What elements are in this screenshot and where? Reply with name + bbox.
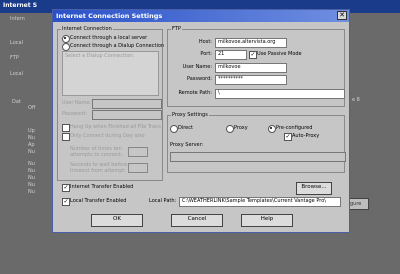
background-label: Nu: [28, 168, 35, 174]
hangup-label: Hang Up when Finished all File Trans: [70, 124, 161, 130]
proxy-label: Proxy: [234, 125, 248, 131]
ftp-username-label: User Name:: [182, 64, 212, 70]
ftp-group-title: FTP: [171, 26, 182, 32]
close-icon[interactable]: ✕: [337, 11, 347, 20]
passive-mode-label: Use Passive Mode: [257, 51, 302, 57]
dialup-connection-list[interactable]: Select a Dialup Connection:: [62, 51, 159, 96]
local-transfer-checkbox[interactable]: ✓: [62, 198, 70, 206]
host-field[interactable]: milkovoe.altervista.org: [215, 38, 287, 48]
proxy-server-label: Proxy Server:: [170, 142, 204, 148]
background-label: Local: [10, 40, 23, 46]
background-label: Nu: [28, 149, 35, 155]
ftp-password-field[interactable]: **********: [215, 75, 287, 85]
background-label: Nu: [28, 189, 35, 195]
proxy-settings-group: Proxy Settings Direct Proxy Pre-configur…: [167, 112, 346, 173]
select-dialup-label: Select a Dialup Connection:: [65, 53, 135, 59]
proxy-radio[interactable]: [226, 125, 234, 133]
background-title: Internet S: [3, 2, 38, 9]
direct-label: Direct: [178, 125, 193, 131]
only-connect-label: Only Connect during Day also: [70, 133, 145, 139]
local-server-label: Connect through a local server: [70, 35, 148, 41]
dialup-radio[interactable]: [62, 43, 70, 51]
local-path-label: Local Path:: [149, 198, 177, 204]
dialog-title-bar: Internet Connection Settings ✕: [53, 10, 349, 22]
background-label: Ap: [28, 142, 35, 148]
proxy-server-field[interactable]: [170, 152, 346, 162]
host-label: Host:: [198, 39, 212, 45]
internet-connection-group-title: Internet Connection: [61, 26, 113, 32]
local-transfer-label: Local Transfer Enabled: [70, 198, 127, 204]
remote-path-label: Remote Path:: [178, 90, 212, 96]
preconfigured-radio[interactable]: [268, 125, 276, 133]
dialup-password-field[interactable]: [92, 110, 162, 120]
proxy-settings-group-title: Proxy Settings: [171, 112, 209, 118]
remote-path-field[interactable]: \: [215, 89, 345, 99]
background-label: Nu: [28, 175, 35, 181]
auto-proxy-checkbox[interactable]: ✓: [284, 133, 292, 141]
dialup-password-label: Password:: [62, 111, 88, 117]
internet-connection-settings-dialog: Internet Connection Settings ✕ Internet …: [52, 9, 350, 233]
dialup-username-field[interactable]: [92, 99, 162, 109]
ftp-username-field[interactable]: milkovoe: [215, 63, 287, 73]
browse-button[interactable]: Browse...: [296, 182, 332, 195]
background-label: Nu: [28, 182, 35, 188]
background-label: Intern: [10, 16, 25, 22]
hangup-checkbox[interactable]: [62, 124, 70, 132]
internet-transfer-label: Internet Transfer Enabled: [70, 184, 134, 190]
internet-connection-group: Internet Connection Connect through a lo…: [57, 26, 165, 181]
dialup-username-label: User Name:: [62, 100, 92, 106]
timeout-label-line2: timeout from attempt:: [70, 168, 127, 174]
local-server-radio[interactable]: [62, 35, 70, 43]
timeout-spinner[interactable]: [128, 163, 148, 173]
background-label: Nu: [28, 161, 35, 167]
background-right-label: e 8: [352, 97, 360, 103]
background-label: FTP: [10, 55, 19, 61]
background-label: Off: [28, 105, 36, 111]
background-label: Local: [10, 71, 23, 77]
passive-mode-checkbox[interactable]: ✓: [249, 51, 257, 59]
background-label: Up: [28, 128, 35, 134]
only-connect-checkbox[interactable]: [62, 133, 70, 141]
attempts-spinner[interactable]: [128, 147, 148, 157]
ok-button[interactable]: OK: [91, 214, 143, 227]
port-label: Port:: [200, 51, 212, 57]
help-button[interactable]: Help: [241, 214, 293, 227]
cancel-button[interactable]: Cancel: [171, 214, 223, 227]
background-label: Dat: [12, 99, 21, 105]
background-label: Nu: [28, 135, 35, 141]
port-field[interactable]: 21: [215, 50, 247, 60]
dialog-title: Internet Connection Settings: [56, 12, 163, 20]
auto-proxy-label: Auto-Proxy: [292, 133, 320, 139]
ftp-password-label: Password:: [186, 76, 212, 82]
attempts-label-line2: attempts to connect:: [70, 152, 123, 158]
direct-radio[interactable]: [170, 125, 178, 133]
internet-transfer-checkbox[interactable]: ✓: [62, 184, 70, 192]
local-path-field[interactable]: C:\WEATHERLINK\Sample Templates\Current …: [179, 197, 341, 207]
ftp-group: FTP Host: milkovoe.altervista.org Port: …: [167, 26, 345, 107]
dialup-label: Connect through a Dialup Connection: [70, 43, 165, 49]
preconfigured-label: Pre-configured: [276, 125, 313, 131]
